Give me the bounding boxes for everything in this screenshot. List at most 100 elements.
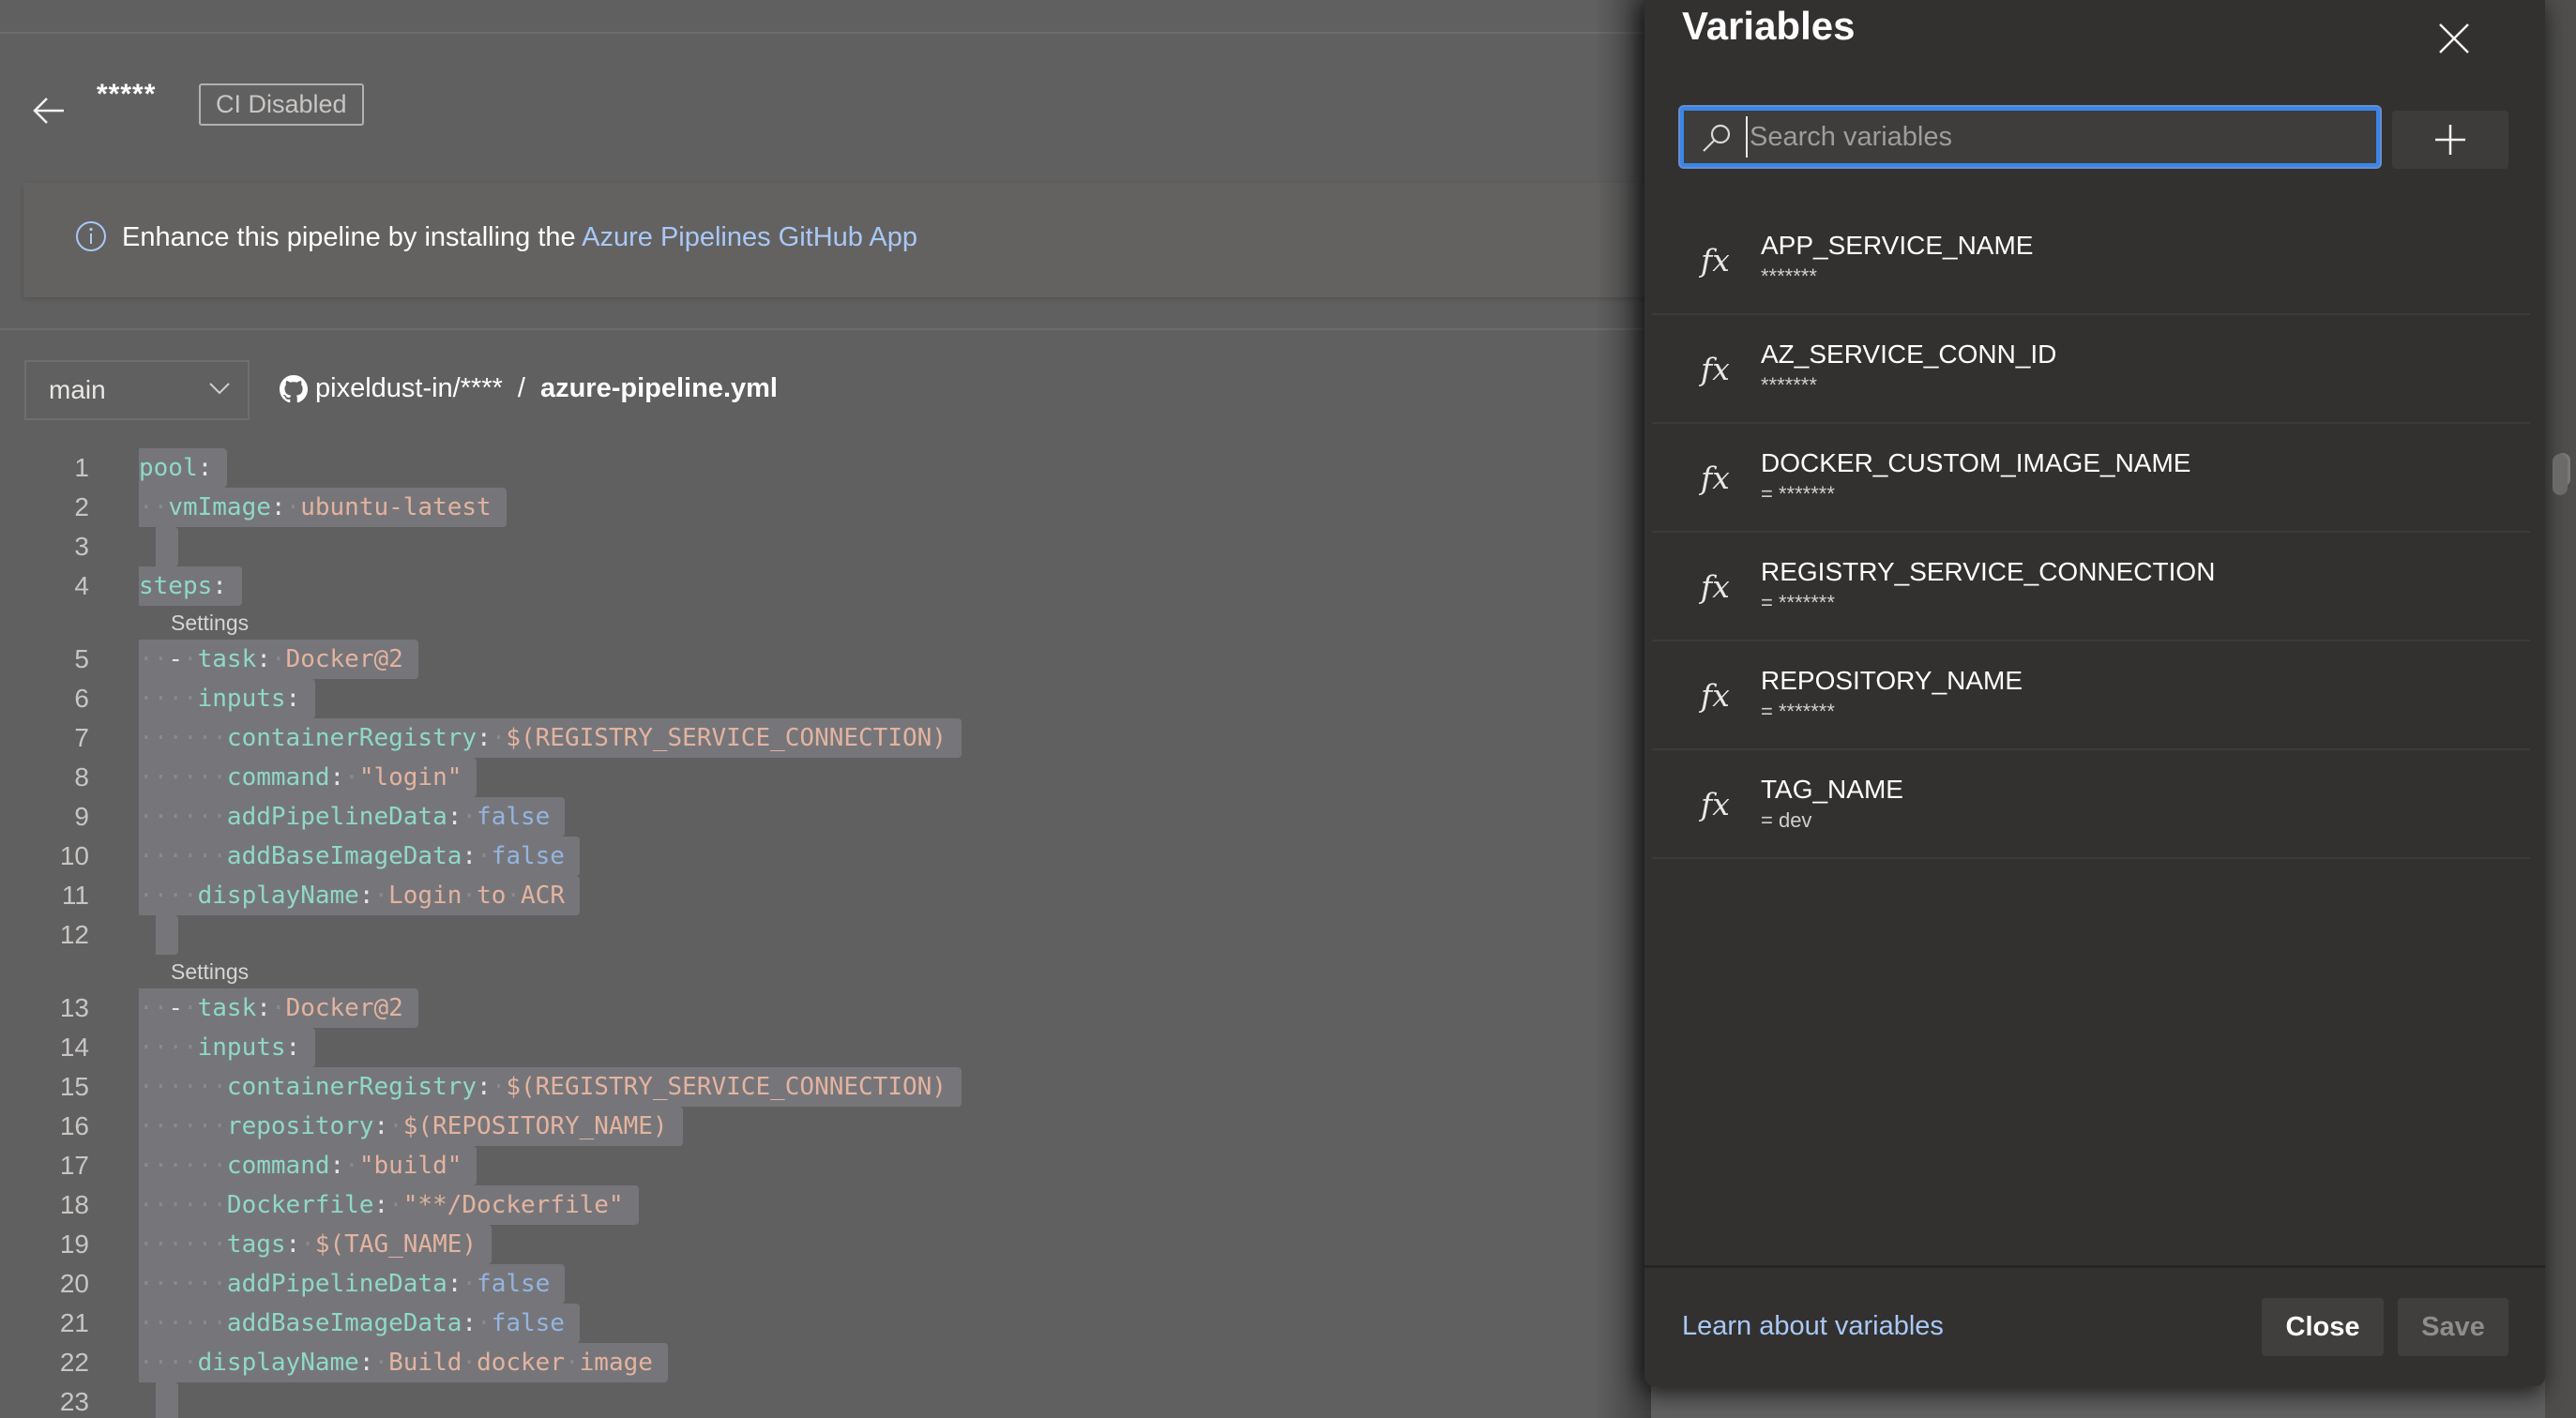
repo-link[interactable]: pixeldust-in/**** [315,373,503,404]
whitespace-marker: · [373,1349,389,1377]
yaml-punct: : [285,1033,301,1062]
learn-about-variables-link[interactable]: Learn about variables [1682,1311,1944,1342]
yaml-punct: : [462,1309,477,1337]
code-line[interactable]: 13 ··-·task:·Docker@2 [0,988,1079,1028]
close-button[interactable]: Close [2262,1298,2384,1356]
line-number: 16 [59,1111,89,1140]
code-line[interactable]: 19 ······tags:·$(TAG_NAME) [0,1225,1079,1264]
code-content: ··vmImage:·ubuntu-latest [139,488,507,527]
code-line[interactable]: 15 ······containerRegistry:·$(REGISTRY_SE… [0,1067,1079,1107]
indent-whitespace: ·· [139,994,169,1022]
code-content: ······addBaseImageData:·false [139,837,580,876]
yaml-value: "build" [358,1152,462,1180]
variable-item[interactable]: fx DOCKER_CUSTOM_IMAGE_NAME = ******* [1652,424,2530,533]
selection-highlight: ··vmImage:·ubuntu-latest [139,488,507,527]
code-content: ····inputs: [139,1028,316,1067]
yaml-value: Login [388,882,462,910]
yaml-boolean: false [491,842,565,870]
variable-item[interactable]: fx APP_SERVICE_NAME ******* [1652,206,2530,315]
code-line[interactable]: 2 ··vmImage:·ubuntu-latest [0,488,1079,527]
variable-item[interactable]: fx REPOSITORY_NAME = ******* [1652,641,2530,750]
code-line[interactable]: 8 ······command:·"login" [0,758,1079,797]
code-line[interactable]: 3 [0,527,1079,566]
selection-highlight [156,915,178,955]
code-line[interactable]: 16 ······repository:·$(REPOSITORY_NAME) [0,1107,1079,1146]
yaml-key: addBaseImageData [226,1309,462,1337]
code-line[interactable]: 9 ······addPipelineData:·false [0,797,1079,837]
variable-item[interactable]: fx REGISTRY_SERVICE_CONNECTION = ******* [1652,533,2530,641]
line-number: 8 [74,762,89,792]
code-line[interactable]: 17 ······command:·"build" [0,1146,1079,1185]
yaml-value: "**/Dockerfile" [402,1191,624,1219]
close-panel-button[interactable] [2432,17,2476,60]
code-line[interactable]: 5 ··-·task:·Docker@2 [0,640,1079,679]
selection-highlight: ······containerRegistry:·$(REGISTRY_SERV… [139,718,962,758]
yaml-key: inputs [197,1033,286,1062]
yaml-code-editor[interactable]: 1 pool: 2 ··vmImage:·ubuntu-latest 3 4 steps: S… [0,448,1079,1418]
code-line[interactable]: 23 [0,1382,1079,1418]
back-button[interactable] [28,90,69,131]
yaml-key: pool [139,454,198,482]
yaml-punct: : [197,454,213,482]
save-button[interactable]: Save [2398,1298,2508,1356]
selection-highlight: ····displayName:·Build·docker·image [139,1343,668,1382]
code-content: ······addPipelineData:·false [139,797,566,837]
panel-shadow [1595,0,1651,1418]
yaml-punct: : [212,572,227,600]
code-content: ··-·task:·Docker@2 [139,640,418,679]
search-variables-input[interactable] [1746,116,2365,158]
line-number: 15 [59,1072,89,1101]
code-line[interactable]: 11 ····displayName:·Login·to·ACR [0,876,1079,915]
path-separator: / [517,373,525,403]
function-fx-icon: fx [1701,460,1730,496]
branch-dropdown[interactable]: main [24,360,250,420]
code-content [139,915,178,955]
panel-scrollbar-thumb[interactable] [2553,454,2568,495]
code-content: ······addPipelineData:·false [139,1264,566,1304]
code-line[interactable]: 4 steps: [0,566,1079,606]
yaml-key: inputs [197,685,286,713]
code-line[interactable]: 10 ······addBaseImageData:·false [0,837,1079,876]
variable-item[interactable]: fx TAG_NAME = dev [1652,750,2530,859]
code-line[interactable]: 18 ······Dockerfile:·"**/Dockerfile" [0,1185,1079,1225]
whitespace-marker: · [462,1349,477,1377]
code-content: ····displayName:·Login·to·ACR [139,876,580,915]
code-line[interactable]: 20 ······addPipelineData:·false [0,1264,1079,1304]
code-line[interactable]: 21 ······addBaseImageData:·false [0,1304,1079,1343]
code-line[interactable]: 14 ····inputs: [0,1028,1079,1067]
code-content: ······command:·"build" [139,1146,477,1185]
whitespace-marker: · [491,1073,507,1101]
info-banner: Enhance this pipeline by installing the … [23,183,1674,297]
yaml-key: command [226,763,330,792]
plus-icon [2435,125,2465,155]
code-line[interactable]: 7 ······containerRegistry:·$(REGISTRY_SER… [0,718,1079,758]
indent-whitespace: ······ [139,1309,227,1337]
github-app-link[interactable]: Azure Pipelines GitHub App [582,222,917,252]
yaml-punct: : [256,645,271,673]
variable-value: = dev [1761,808,1812,832]
function-fx-icon: fx [1701,568,1730,605]
yaml-value: Docker@2 [285,645,403,673]
code-content: ··-·task:·Docker@2 [139,988,418,1028]
indent-whitespace: ······ [139,1230,227,1259]
search-variables-field[interactable] [1680,107,2380,167]
add-variable-button[interactable] [2392,111,2508,169]
code-line[interactable]: 1 pool: [0,448,1079,488]
variable-item[interactable]: fx AZ_SERVICE_CONN_ID ******* [1652,315,2530,424]
code-content: ······tags:·$(TAG_NAME) [139,1225,492,1264]
code-line[interactable]: 12 [0,915,1079,955]
settings-codelens[interactable]: Settings [0,606,1079,640]
variable-name: TAG_NAME [1761,775,1903,804]
selection-highlight: ····displayName:·Login·to·ACR [139,876,580,915]
yaml-value: docker [477,1349,565,1377]
code-content: ······containerRegistry:·$(REGISTRY_SERV… [139,718,962,758]
code-line[interactable]: 6 ····inputs: [0,679,1079,718]
yaml-key: task [197,994,257,1022]
yaml-value: $(REGISTRY_SERVICE_CONNECTION) [506,1073,947,1101]
code-line[interactable]: 22 ····displayName:·Build·docker·image [0,1343,1079,1382]
settings-codelens[interactable]: Settings [0,955,1079,988]
info-icon [76,221,106,251]
code-content [139,527,178,566]
line-number: 20 [59,1269,89,1298]
yaml-punct: : [477,724,492,752]
